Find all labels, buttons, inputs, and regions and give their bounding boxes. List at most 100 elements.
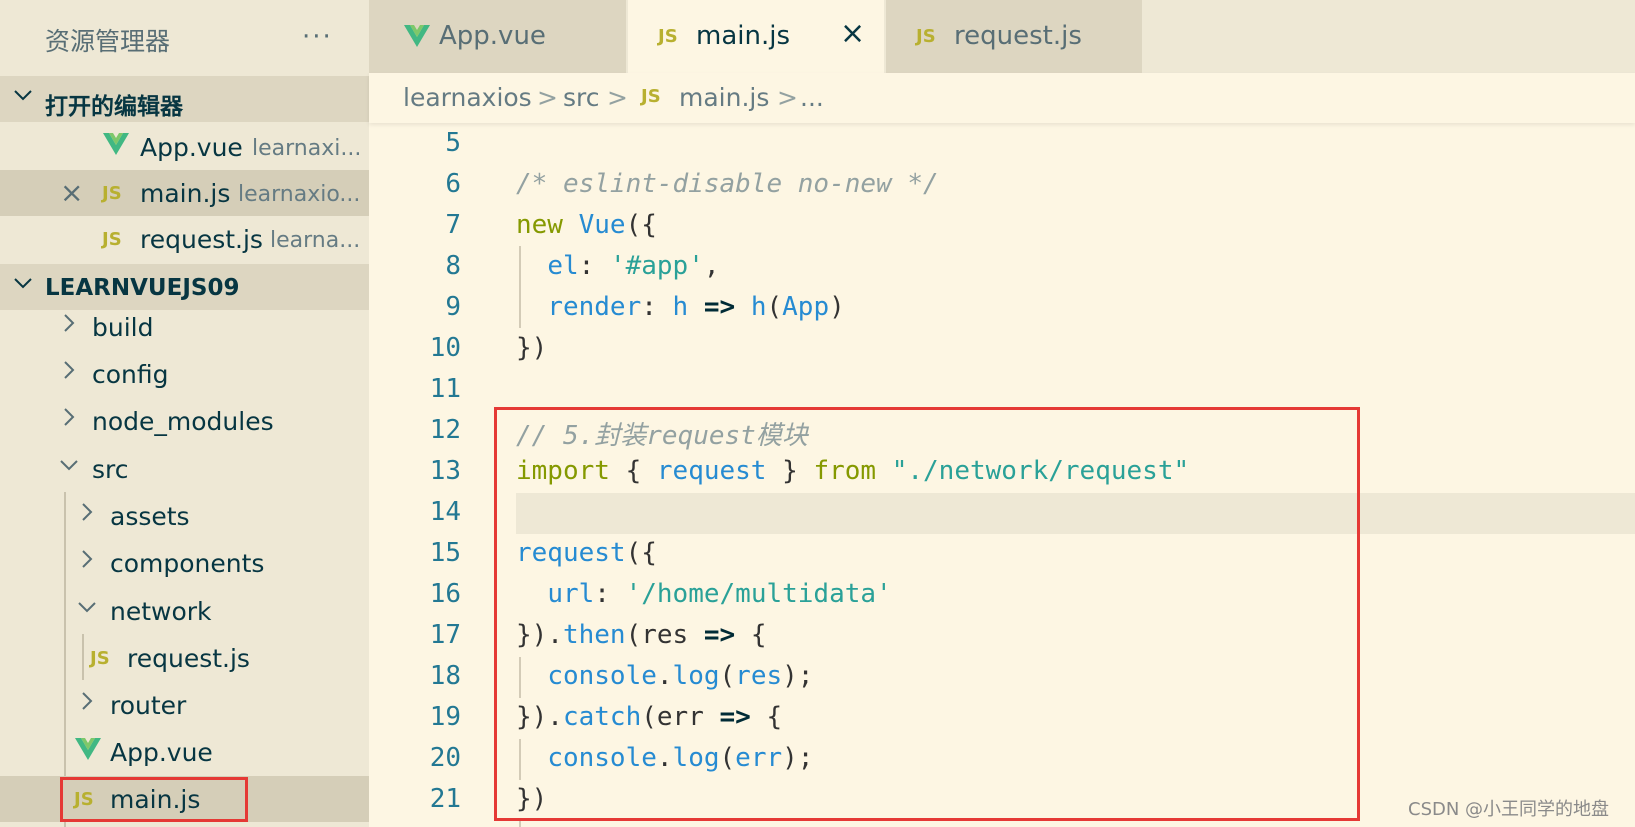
js-file-icon: JS <box>90 648 110 669</box>
breadcrumb-item[interactable]: src <box>563 83 600 112</box>
breadcrumb-separator-icon: > <box>777 83 798 112</box>
breadcrumb-item[interactable]: ... <box>800 83 824 112</box>
indent-guide <box>519 821 521 827</box>
tab-label: request.js <box>954 21 1082 51</box>
tree-label: router <box>110 691 187 720</box>
tree-label: components <box>110 549 265 578</box>
breadcrumb-separator-icon: > <box>607 83 628 112</box>
open-editor-name: App.vue <box>140 133 243 162</box>
open-editors-label: 打开的编辑器 <box>45 94 183 120</box>
line-number: 7 <box>445 210 461 240</box>
tree-folder-network[interactable]: network <box>0 588 369 634</box>
chevron-down-icon <box>12 84 34 112</box>
tree-folder-router[interactable]: router <box>0 682 369 728</box>
line-number: 21 <box>429 784 461 814</box>
breadcrumb-item[interactable]: learnaxios <box>403 83 532 112</box>
code-line: 10 }) <box>369 328 1635 369</box>
chevron-right-icon <box>60 359 78 387</box>
tree-folder-config[interactable]: config <box>0 351 369 397</box>
editor-tabs: App.vue JS main.js × JS request.js <box>369 0 1635 73</box>
code-text: new Vue({ <box>516 210 657 240</box>
code-text: }) <box>516 333 548 363</box>
vue-logo-icon <box>404 25 430 47</box>
line-number: 12 <box>429 415 461 445</box>
code-line: 7 new Vue({ <box>369 205 1635 246</box>
line-number: 15 <box>429 538 461 568</box>
js-file-icon: JS <box>916 26 936 47</box>
code-text: el: '#app', <box>547 251 720 281</box>
code-editor[interactable]: 5 6 /* eslint-disable no-new */ 7 new Vu… <box>369 123 1635 827</box>
tree-folder-node-modules[interactable]: node_modules <box>0 398 369 444</box>
line-number: 18 <box>429 661 461 691</box>
line-number: 5 <box>445 128 461 158</box>
code-line: 6 /* eslint-disable no-new */ <box>369 164 1635 205</box>
close-icon[interactable]: × <box>840 16 865 51</box>
breadcrumb: learnaxios > src > JS main.js > ... <box>369 73 1635 123</box>
line-number: 9 <box>445 292 461 322</box>
tree-folder-build[interactable]: build <box>0 304 369 350</box>
line-number: 8 <box>445 251 461 281</box>
tab-main-js[interactable]: JS main.js × <box>628 0 884 73</box>
code-line: 9 render: h => h(App) <box>369 287 1635 328</box>
open-editor-name: request.js <box>140 225 263 254</box>
tree-label: config <box>92 360 169 389</box>
line-number: 17 <box>429 620 461 650</box>
breadcrumb-item[interactable]: main.js <box>679 83 769 112</box>
tree-folder-assets[interactable]: assets <box>0 493 369 539</box>
highlight-box-code <box>494 407 1360 821</box>
tab-app-vue[interactable]: App.vue <box>369 0 626 73</box>
line-number: 20 <box>429 743 461 773</box>
line-number: 6 <box>445 169 461 199</box>
tree-label: assets <box>110 502 190 531</box>
tree-label: build <box>92 313 154 342</box>
open-editor-item-main-js[interactable]: × JS main.js learnaxio... <box>0 170 369 216</box>
explorer-title: 资源管理器 <box>45 27 171 56</box>
open-editors-section-header[interactable]: 打开的编辑器 <box>0 76 369 122</box>
open-editor-item-app-vue[interactable]: App.vue learnaxi... <box>0 124 369 170</box>
chevron-right-icon <box>78 690 96 718</box>
js-file-icon: JS <box>102 229 122 250</box>
line-number: 19 <box>429 702 461 732</box>
js-file-icon: JS <box>658 26 678 47</box>
vue-logo-icon <box>75 738 101 760</box>
breadcrumb-separator-icon: > <box>537 83 558 112</box>
tree-label: App.vue <box>110 738 213 767</box>
chevron-right-icon <box>78 501 96 529</box>
line-number: 16 <box>429 579 461 609</box>
open-editor-item-request-js[interactable]: JS request.js learna... <box>0 216 369 262</box>
tree-file-request-js[interactable]: JS request.js <box>0 635 369 681</box>
open-editor-path: learnaxio... <box>238 182 361 207</box>
js-file-icon: JS <box>641 86 661 107</box>
tree-folder-components[interactable]: components <box>0 540 369 586</box>
chevron-right-icon <box>60 406 78 434</box>
code-line: 5 <box>369 123 1635 164</box>
open-editor-path: learna... <box>270 228 361 253</box>
tree-label: network <box>110 597 212 626</box>
js-file-icon: JS <box>102 183 122 204</box>
tab-label: main.js <box>696 21 790 51</box>
chevron-down-icon <box>76 596 98 624</box>
code-line: 8 el: '#app', <box>369 246 1635 287</box>
code-line: 11 <box>369 369 1635 410</box>
close-icon[interactable]: × <box>60 176 83 209</box>
watermark: CSDN @小王同学的地盘 <box>1408 799 1610 820</box>
explorer-header: 资源管理器 ··· <box>0 0 369 73</box>
more-actions-icon[interactable]: ··· <box>302 22 333 52</box>
code-text: /* eslint-disable no-new */ <box>516 169 939 199</box>
open-editor-name: main.js <box>140 179 231 208</box>
line-number: 14 <box>429 497 461 527</box>
tree-file-app-vue[interactable]: App.vue <box>0 729 369 775</box>
chevron-right-icon <box>78 548 96 576</box>
line-number: 13 <box>429 456 461 486</box>
code-text: render: h => h(App) <box>547 292 845 322</box>
line-number: 11 <box>429 374 461 404</box>
highlight-box-main-js <box>60 777 248 822</box>
chevron-down-icon <box>12 272 34 300</box>
vue-logo-icon <box>103 133 129 155</box>
tab-request-js[interactable]: JS request.js <box>886 0 1142 73</box>
tree-folder-src[interactable]: src <box>0 446 369 492</box>
tab-label: App.vue <box>439 21 546 51</box>
tree-label: src <box>92 455 129 484</box>
open-editor-path: learnaxi... <box>252 136 362 161</box>
line-number: 10 <box>429 333 461 363</box>
